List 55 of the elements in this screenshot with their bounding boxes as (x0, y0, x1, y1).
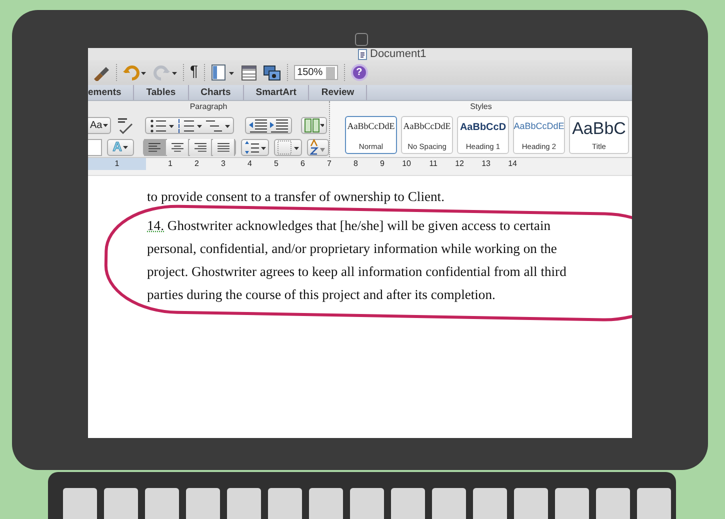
ribbon-tab[interactable]: SmartArt (244, 85, 310, 100)
ruler-number: 2 (194, 158, 199, 170)
camera-icon (355, 33, 368, 46)
ruler-number: 4 (246, 158, 252, 170)
borders-icon[interactable] (277, 140, 299, 154)
zoom-field[interactable]: 150% (294, 65, 338, 80)
ribbon-tab[interactable]: Review (309, 85, 368, 100)
ruler-number: 7 (326, 158, 332, 170)
align-left-button[interactable] (144, 138, 166, 156)
ribbon-tab[interactable]: Charts (188, 85, 244, 100)
media-icon[interactable] (263, 64, 282, 81)
ruler-number: 9 (379, 158, 384, 170)
group-label: Styles (469, 101, 493, 113)
paintbrush-icon[interactable] (92, 64, 110, 80)
document-icon (358, 48, 367, 60)
columns-button[interactable] (301, 116, 328, 134)
style-field[interactable] (88, 138, 102, 156)
ribbon-tab[interactable]: ements (88, 85, 134, 100)
line-spacing-icon[interactable] (244, 140, 266, 154)
increase-indent-icon[interactable] (269, 118, 290, 132)
paragraph: 14. Ghostwriter acknowledges that [he/she] will be given access to certain personal, confidential, and/or proprietary information while working on the project. Ghostwriter agrees to keep all information confidential from all third parties during the course of this project and after its completion. (147, 217, 568, 304)
borders-button[interactable] (274, 138, 302, 156)
decrease-indent-icon[interactable] (248, 118, 268, 132)
ruler-number: 1 (88, 158, 146, 170)
window-title: Document1 (370, 48, 426, 62)
columns-icon[interactable] (304, 118, 324, 132)
group-label: Paragraph (188, 101, 228, 113)
ruler-number: 14 (507, 158, 517, 170)
font-size-button[interactable]: Aa (88, 116, 112, 134)
sort-icon[interactable] (310, 139, 326, 155)
caret-icon (103, 124, 108, 126)
pilcrow-button[interactable]: ¶ (190, 61, 198, 84)
paragraph: to provide consent to a transfer of ownership to Client. (147, 188, 446, 206)
ruler-number: 11 (428, 158, 438, 170)
ruler-number: 5 (273, 158, 278, 170)
spelling-icon[interactable] (116, 116, 134, 134)
justify-button[interactable] (213, 138, 235, 156)
ruler-number: 13 (480, 158, 490, 170)
ruler-number: 1 (167, 158, 172, 170)
line-spacing-button[interactable] (241, 138, 269, 156)
bullet-list-icon[interactable] (148, 116, 176, 134)
align-center-button[interactable] (167, 138, 189, 156)
caret-icon (123, 146, 128, 148)
view-icon[interactable] (211, 64, 236, 81)
ruler-number: 3 (220, 158, 226, 170)
ribbon-tab[interactable]: Tables (134, 85, 189, 100)
numbered-list-icon[interactable] (176, 116, 204, 134)
ruler-number: 12 (454, 158, 464, 170)
sort-button[interactable] (307, 138, 329, 156)
align-right-button[interactable] (190, 138, 212, 156)
help-button[interactable]: ? (350, 64, 368, 81)
ruler-number: 8 (352, 158, 358, 170)
ruler-number: 6 (300, 158, 305, 170)
ruler-number: 10 (401, 158, 411, 170)
table-icon[interactable] (241, 64, 258, 80)
